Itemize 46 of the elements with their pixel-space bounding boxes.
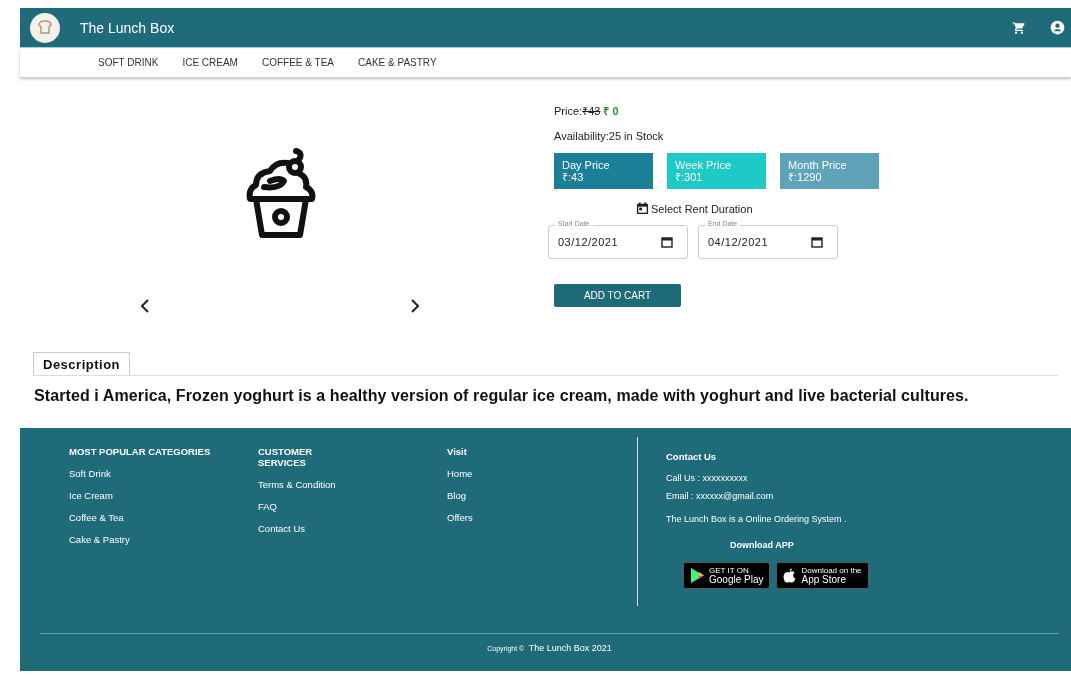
frozen-yoghurt-icon [246, 147, 316, 239]
download-heading: Download APP [730, 540, 795, 550]
copyright-name: The Lunch Box 2021 [528, 643, 612, 653]
apple-icon [783, 568, 797, 583]
site-title[interactable]: The Lunch Box [80, 19, 175, 36]
footer-link[interactable]: Contact Us [258, 523, 447, 534]
store-badge[interactable]: Download on the App Store [776, 562, 869, 589]
footer-link[interactable]: Home [447, 468, 636, 479]
footer-link[interactable]: Ice Cream [69, 490, 258, 501]
price-label: Price: [554, 105, 583, 117]
availability-text: Availability:25 in Stock [554, 130, 665, 142]
category-link[interactable]: CAKE & PASTRY [358, 57, 437, 68]
rent-duration-label: Select Rent Duration [651, 202, 753, 215]
footer-link[interactable]: Soft Drink [69, 468, 258, 479]
footer-link[interactable]: Coffee & Tea [69, 512, 258, 523]
next-arrow[interactable] [410, 299, 420, 313]
logo-icon[interactable] [30, 12, 60, 43]
cart-icon[interactable] [1012, 20, 1026, 35]
description-tab[interactable]: Description [33, 352, 130, 375]
contact-detail: Call Us : xxxxxxxxxx [666, 473, 749, 483]
add-to-cart-button[interactable]: ADD TO CART [554, 284, 681, 307]
calendar-icon [636, 202, 649, 215]
footer-link[interactable]: Terms & Condition [258, 479, 447, 490]
store-badge[interactable]: GET IT ON Google Play [683, 562, 771, 589]
category-link[interactable]: COFFEE & TEA [261, 57, 334, 68]
footer-link[interactable]: Cake & Pastry [69, 534, 258, 545]
footer-heading: Visit [447, 446, 468, 457]
play-triangle-icon [690, 568, 704, 583]
footer-link[interactable]: FAQ [258, 501, 447, 512]
category-link[interactable]: ICE CREAM [182, 57, 238, 68]
price-tile[interactable]: Day Price ₹:43 [554, 153, 653, 189]
footer-heading: MOST POPULAR CATEGORIES [69, 446, 212, 457]
category-link[interactable]: SOFT DRINK [98, 57, 159, 68]
product-description: Started i America, Frozen yoghurt is a healthy version of regular ice cream, made with yoghurt and live bacterial cultures. [34, 387, 970, 405]
account-icon[interactable] [1050, 20, 1065, 35]
previous-arrow[interactable] [140, 299, 150, 313]
footer-link[interactable]: Blog [447, 490, 636, 501]
contact-detail: Email : xxxxxx@gmail.com [666, 491, 775, 501]
old-price: ₹43 [582, 105, 601, 117]
footer-link[interactable]: Offers [447, 512, 636, 523]
calendar-icon[interactable] [661, 236, 673, 248]
sale-price: ₹ 0 [603, 105, 619, 117]
footer-heading: CUSTOMER SERVICES [258, 446, 314, 468]
about-text: The Lunch Box is a Online Ordering System . [666, 514, 848, 524]
contact-heading: Contact Us [666, 451, 718, 462]
calendar-icon[interactable] [811, 236, 823, 248]
